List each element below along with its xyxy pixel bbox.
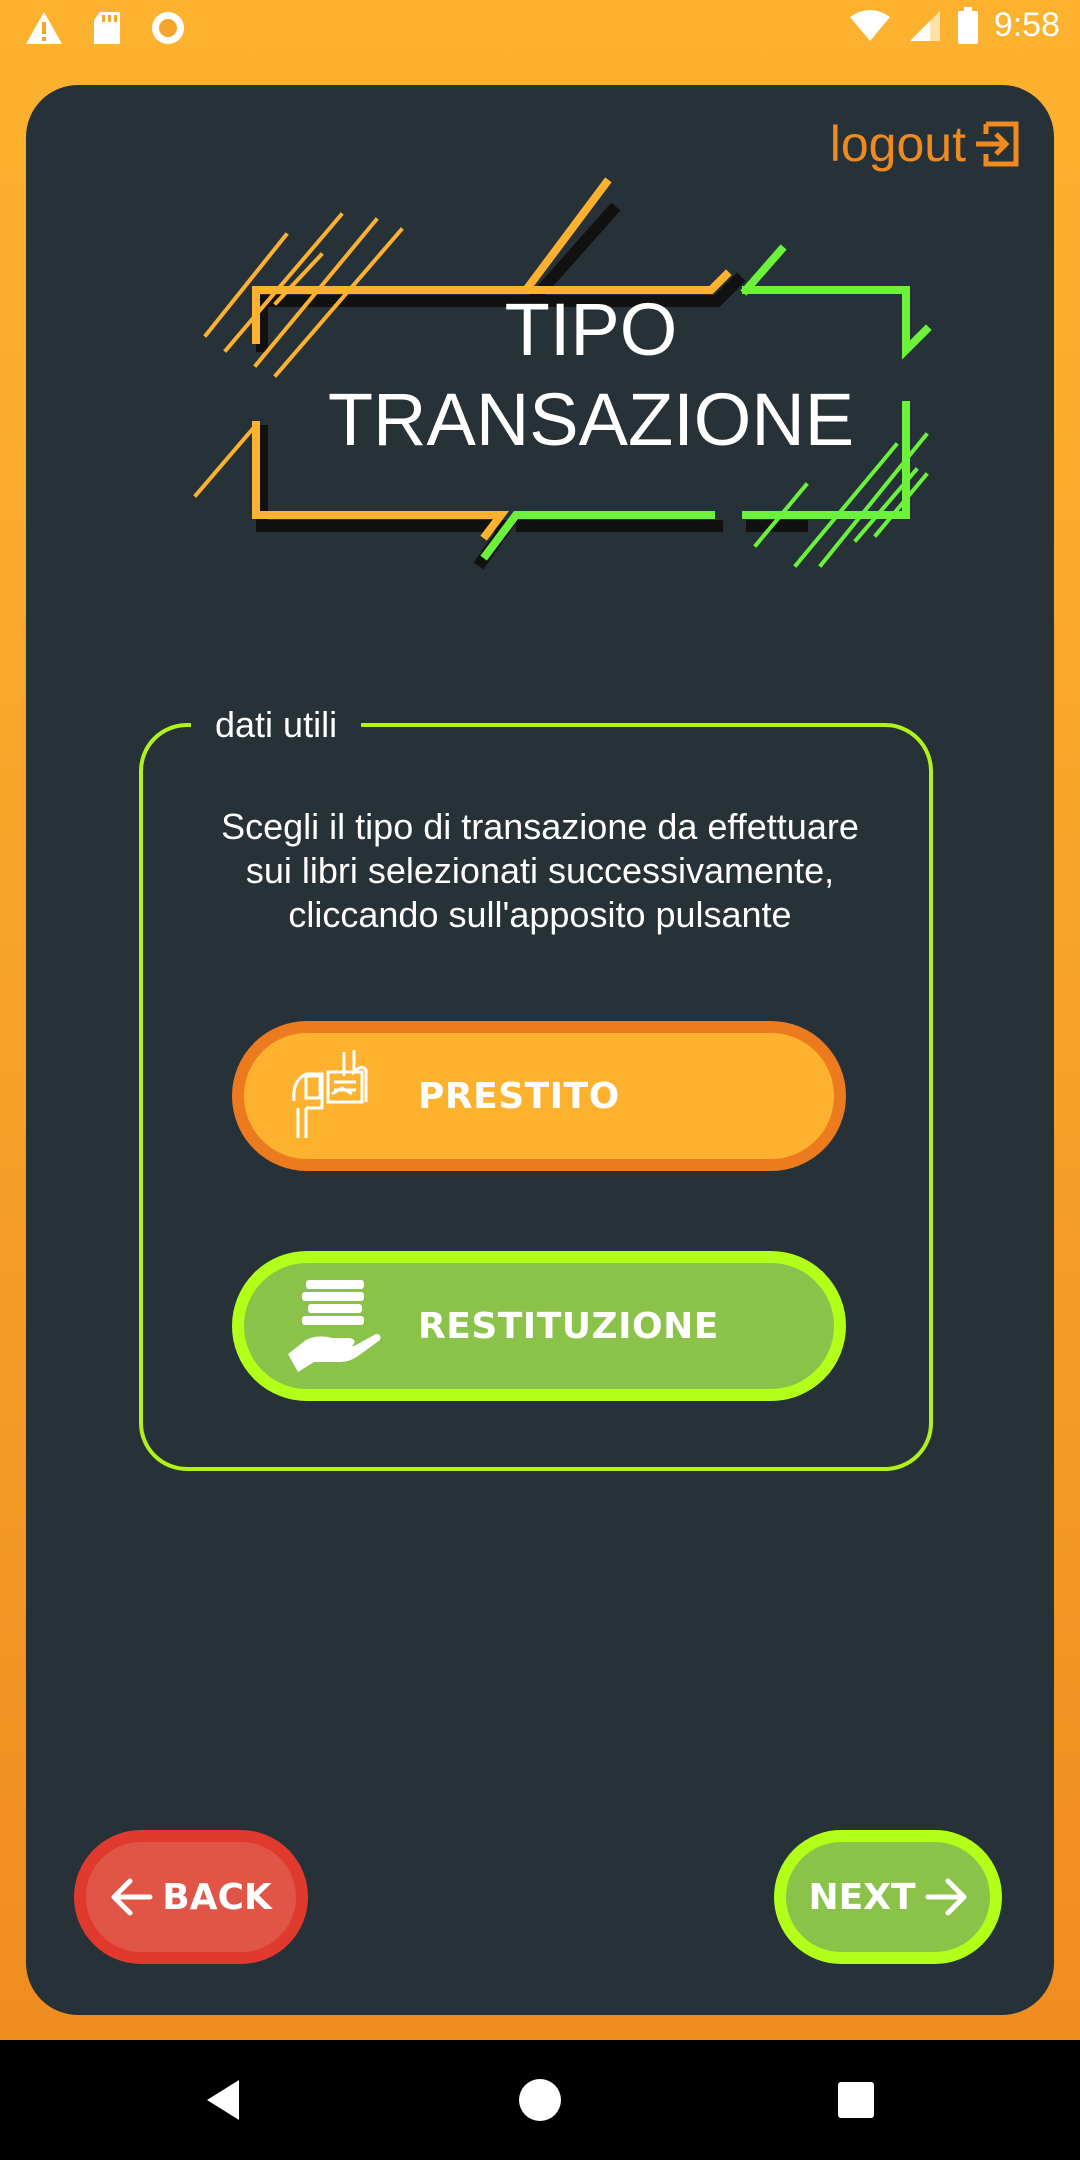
books-in-hand-icon bbox=[288, 1280, 381, 1372]
clock: 9:58 bbox=[993, 6, 1060, 44]
page-title: TIPO TRANSAZIONE bbox=[206, 285, 976, 465]
info-fieldset: dati utili Scegli il tipo di transazione… bbox=[139, 699, 933, 1471]
next-button[interactable]: NEXT bbox=[774, 1830, 1002, 1964]
system-navigation-bar bbox=[0, 2040, 1080, 2160]
back-button[interactable]: BACK bbox=[74, 1830, 308, 1964]
recents-square-icon[interactable] bbox=[826, 2070, 886, 2130]
status-bar: 9:58 bbox=[0, 0, 1080, 60]
info-description-line: cliccando sull'apposito pulsante bbox=[288, 894, 792, 935]
prestito-button[interactable]: PRESTITO bbox=[232, 1021, 846, 1171]
logout-icon bbox=[976, 121, 1019, 167]
info-description-line: Scegli il tipo di transazione da effettu… bbox=[221, 806, 859, 847]
book-lending-icon bbox=[292, 1050, 368, 1138]
restituzione-button[interactable]: RESTITUZIONE bbox=[232, 1251, 846, 1401]
circle-record-icon bbox=[152, 12, 184, 44]
back-triangle-icon[interactable] bbox=[195, 2070, 255, 2130]
info-description: Scegli il tipo di transazione da effettu… bbox=[183, 805, 897, 937]
info-description-line: sui libri selezionati successivamente, bbox=[245, 850, 835, 891]
back-label: BACK bbox=[162, 1876, 272, 1918]
info-legend: dati utili bbox=[191, 699, 362, 751]
page-title-line2: TRANSAZIONE bbox=[327, 378, 855, 461]
home-circle-icon[interactable] bbox=[510, 2070, 570, 2130]
page-title-line1: TIPO bbox=[504, 288, 678, 371]
sd-card-icon bbox=[94, 12, 120, 44]
cell-signal-icon bbox=[909, 10, 940, 41]
wifi-icon bbox=[849, 9, 890, 41]
prestito-label: PRESTITO bbox=[418, 1075, 620, 1117]
restituzione-label: RESTITUZIONE bbox=[418, 1305, 719, 1347]
warning-icon bbox=[26, 12, 62, 44]
next-label: NEXT bbox=[808, 1876, 916, 1918]
arrow-left-icon bbox=[111, 1878, 153, 1916]
arrow-right-icon bbox=[925, 1878, 967, 1916]
main-card: logout TIPO TRANSAZIONE dati utili Scegl… bbox=[26, 85, 1054, 2015]
battery-icon bbox=[957, 6, 978, 44]
